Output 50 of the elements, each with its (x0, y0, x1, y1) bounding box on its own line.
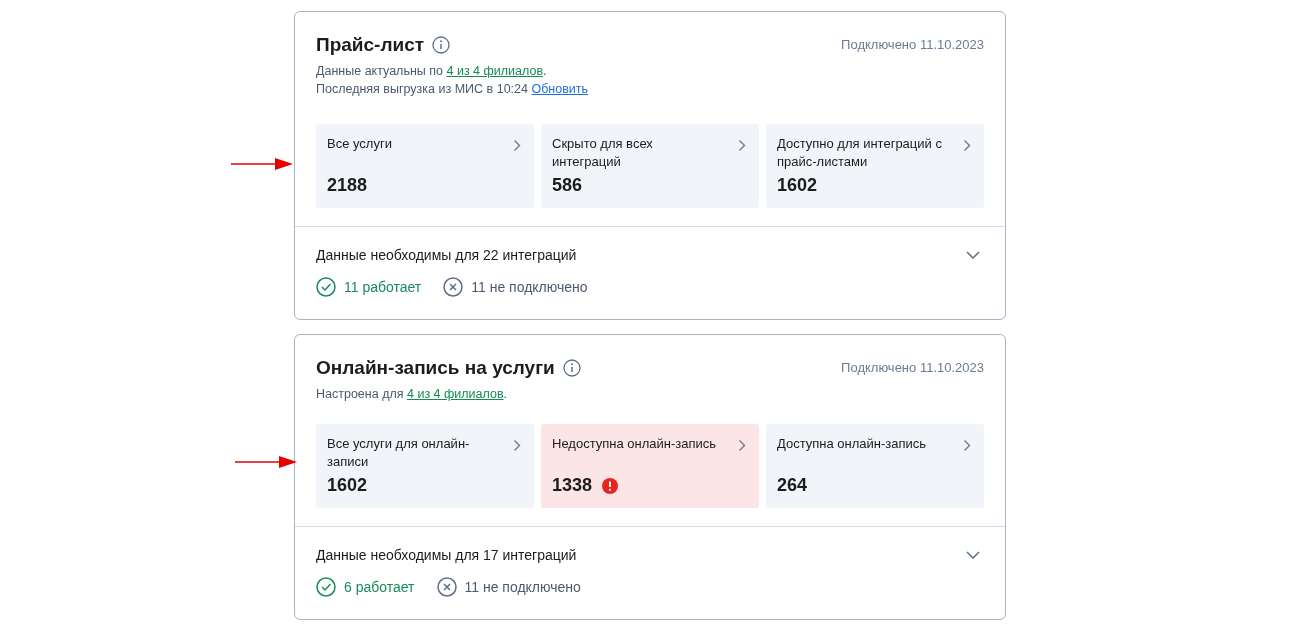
cross-circle-icon (436, 577, 457, 597)
check-circle-icon (316, 277, 336, 297)
integration-status: 11 не подключено (471, 279, 588, 295)
stat-tile[interactable]: Недоступна онлайн-запись 1338 (541, 424, 759, 508)
chevron-down-icon[interactable] (966, 551, 980, 559)
cross-circle-icon (443, 277, 464, 297)
section-title: Онлайн-запись на услуги (316, 357, 555, 379)
connected-date: Подключено 11.10.2023 (841, 359, 984, 375)
stat-tile[interactable]: Скрыто для всех интеграций 586 (541, 124, 759, 208)
check-circle-icon (316, 577, 336, 597)
chevron-right-icon (513, 439, 521, 452)
integrations-title: Данные необходимы для 17 интеграций (316, 547, 577, 563)
stat-tile[interactable]: Все услуги для онлайн-записи 1602 (316, 424, 534, 508)
tile-label: Все услуги (327, 135, 392, 153)
section-title: Прайс-лист (316, 34, 425, 56)
link[interactable]: Обновить (531, 82, 589, 96)
chevron-right-icon (738, 139, 746, 152)
chevron-right-icon (738, 439, 746, 452)
integration-status: 11 не подключено (464, 579, 581, 595)
tile-value: 1338 (552, 475, 593, 496)
pointer-arrow-icon (235, 456, 297, 468)
tile-label: Доступно для интеграций с прайс-листами (777, 135, 943, 171)
link[interactable]: 4 из 4 филиалов (406, 387, 504, 401)
integrations-title: Данные необходимы для 22 интеграций (316, 247, 577, 263)
chevron-right-icon (963, 139, 971, 152)
tile-label: Скрыто для всех интеграций (552, 135, 654, 171)
info-icon[interactable] (432, 36, 451, 54)
tile-value: 586 (552, 175, 583, 196)
stat-tile[interactable]: Доступно для интеграций с прайс-листами 1602 (766, 124, 984, 208)
status-text: Настроена для 4 из 4 филиалов. (316, 386, 508, 403)
tile-value: 1602 (327, 475, 368, 496)
tile-label: Все услуги для онлайн-записи (327, 435, 471, 471)
integration-status: 6 работает (344, 579, 415, 595)
status-text: Последняя выгрузка из МИС в 10:24 Обновить (316, 81, 590, 98)
tile-label: Недоступна онлайн-запись (552, 435, 717, 453)
tile-value: 1602 (777, 175, 818, 196)
chevron-right-icon (963, 439, 971, 452)
chevron-down-icon[interactable] (966, 251, 980, 259)
tile-value: 2188 (327, 175, 368, 196)
info-icon[interactable] (562, 359, 581, 377)
pointer-arrow-icon (231, 158, 293, 170)
chevron-right-icon (513, 139, 521, 152)
integration-status: 11 работает (344, 279, 422, 295)
warning-icon (602, 477, 619, 494)
tile-value: 264 (777, 475, 808, 496)
stat-tile[interactable]: Доступна онлайн-запись 264 (766, 424, 984, 508)
status-text: Данные актуальны по 4 из 4 филиалов. (316, 63, 548, 80)
tile-label: Доступна онлайн-запись (777, 435, 927, 453)
stat-tile[interactable]: Все услуги 2188 (316, 124, 534, 208)
connected-date: Подключено 11.10.2023 (841, 36, 984, 52)
